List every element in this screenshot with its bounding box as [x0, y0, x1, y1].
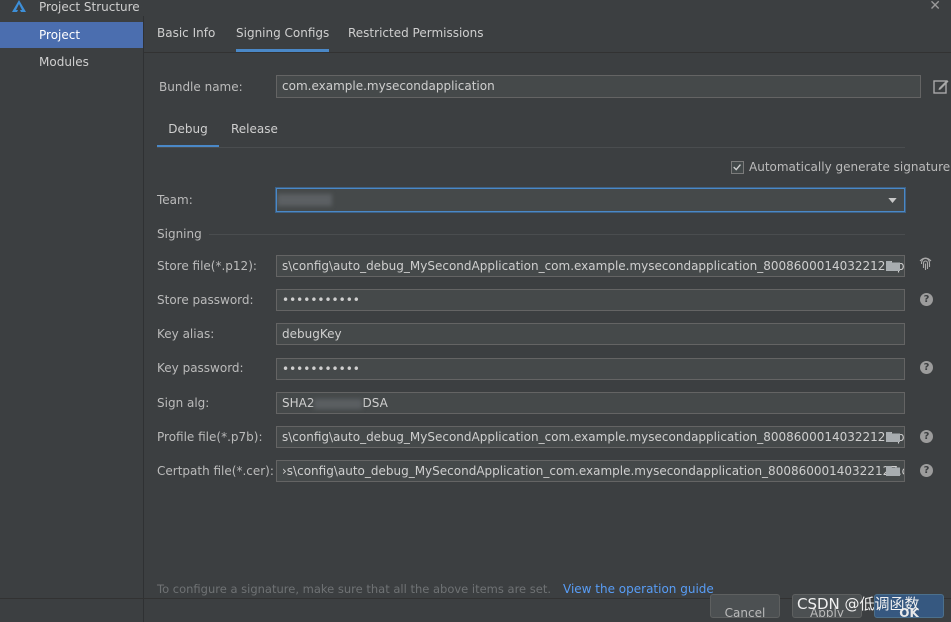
profile-file-label: Profile file(*.p7b):	[157, 430, 263, 444]
watermark: CSDN @低调函数	[797, 595, 920, 613]
bundle-name-value: com.example.mysecondapplication	[282, 79, 495, 93]
fingerprint-icon[interactable]	[918, 255, 933, 271]
tab-release[interactable]: Release	[231, 122, 278, 148]
key-password-field[interactable]: •••••••••••	[276, 358, 905, 380]
subtab-divider	[157, 147, 905, 148]
tab-debug[interactable]: Debug	[157, 122, 219, 148]
redacted-team-name	[277, 194, 332, 206]
store-file-field[interactable]: s\config\auto_debug_MySecondApplication_…	[276, 255, 905, 277]
key-alias-value: debugKey	[282, 327, 342, 341]
help-icon[interactable]: ?	[920, 430, 933, 443]
store-file-value: s\config\auto_debug_MySecondApplication_…	[282, 259, 905, 273]
key-password-label: Key password:	[157, 361, 244, 375]
checkmark-icon	[733, 164, 741, 171]
bundle-name-field[interactable]: com.example.mysecondapplication	[276, 75, 921, 98]
help-icon[interactable]: ?	[920, 361, 933, 374]
tab-restricted-permissions[interactable]: Restricted Permissions	[348, 26, 484, 52]
chevron-down-icon	[888, 198, 897, 203]
key-alias-field[interactable]: debugKey	[276, 323, 905, 345]
title-bar: Project Structure ✕	[0, 0, 951, 16]
sidebar-item-modules[interactable]: Modules	[0, 49, 143, 75]
sign-alg-field[interactable]: SHA2 DSA	[276, 392, 905, 414]
profile-file-field[interactable]: s\config\auto_debug_MySecondApplication_…	[276, 426, 905, 448]
edit-icon[interactable]	[933, 78, 949, 94]
help-icon[interactable]: ?	[920, 293, 933, 306]
operation-guide-link[interactable]: View the operation guide	[563, 582, 714, 596]
store-password-value: •••••••••••	[282, 293, 360, 307]
sign-alg-value-suffix: DSA	[362, 396, 388, 410]
store-file-label: Store file(*.p12):	[157, 259, 257, 273]
certpath-file-field[interactable]: ›s\config\auto_debug_MySecondApplication…	[276, 460, 905, 482]
folder-icon[interactable]	[886, 465, 900, 476]
sidebar-item-project[interactable]: Project	[0, 22, 143, 48]
bundle-name-label: Bundle name:	[159, 80, 243, 94]
cancel-button[interactable]: Cancel	[710, 594, 780, 618]
team-dropdown[interactable]	[276, 188, 905, 212]
signing-divider	[209, 234, 905, 235]
auto-sign-label: Automatically generate signature	[749, 160, 951, 174]
store-password-label: Store password:	[157, 293, 254, 307]
team-label: Team:	[157, 193, 193, 207]
help-icon[interactable]: ?	[920, 464, 933, 477]
sidebar: Project Modules	[0, 16, 144, 622]
folder-icon[interactable]	[886, 260, 900, 271]
key-password-value: •••••••••••	[282, 362, 360, 376]
redacted-sign-alg	[314, 398, 363, 409]
certpath-file-label: Certpath file(*.cer):	[157, 464, 274, 478]
store-password-field[interactable]: •••••••••••	[276, 289, 905, 311]
close-icon[interactable]: ✕	[929, 0, 941, 13]
folder-icon[interactable]	[886, 431, 900, 442]
tab-basic-info[interactable]: Basic Info	[157, 26, 215, 52]
profile-file-value: s\config\auto_debug_MySecondApplication_…	[282, 430, 905, 444]
footer-hint: To configure a signature, make sure that…	[157, 582, 552, 596]
certpath-file-value: ›s\config\auto_debug_MySecondApplication…	[282, 464, 905, 478]
sign-alg-value-prefix: SHA2	[282, 396, 315, 410]
auto-sign-checkbox[interactable]	[731, 161, 744, 174]
tab-signing-configs[interactable]: Signing Configs	[236, 26, 330, 52]
main-panel: Basic Info Signing Configs Restricted Pe…	[144, 16, 951, 622]
window-title: Project Structure	[39, 0, 140, 14]
signing-section-label: Signing	[157, 227, 202, 241]
key-alias-label: Key alias:	[157, 327, 215, 341]
sign-alg-label: Sign alg:	[157, 396, 210, 410]
tab-bar: Basic Info Signing Configs Restricted Pe…	[144, 16, 951, 53]
app-logo-icon	[12, 0, 26, 12]
